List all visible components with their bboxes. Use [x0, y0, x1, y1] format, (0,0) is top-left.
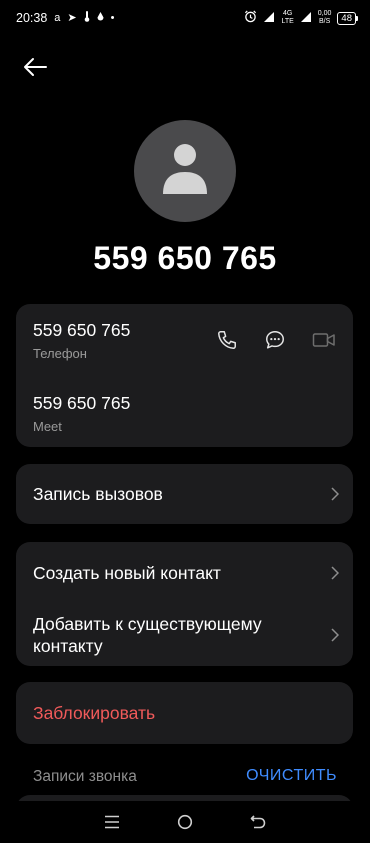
meet-number-value: 559 650 765 [33, 393, 131, 413]
network-bottom: LTE [281, 18, 294, 25]
dot-icon: • [110, 11, 115, 24]
block-label: Заблокировать [33, 703, 156, 723]
call-log-row[interactable]: Запись вызовов [33, 483, 339, 505]
phone-number-label: Телефон [33, 346, 87, 361]
contact-number-title: 559 650 765 [93, 240, 277, 276]
call-button[interactable] [214, 327, 240, 353]
arrow-left-icon [24, 58, 47, 76]
telegram-icon: ➤ [67, 11, 77, 24]
person-icon [163, 144, 207, 194]
create-contact-row[interactable]: Создать новый контакт [33, 562, 339, 584]
back-arrow-icon [251, 815, 266, 829]
chevron-right-icon [331, 487, 339, 501]
network-top: 4G [282, 10, 293, 17]
menu-icon [104, 815, 119, 829]
home-circle-icon [177, 814, 193, 830]
phone-number-value: 559 650 765 [33, 320, 131, 340]
clear-history-button[interactable]: ОЧИСТИТЬ [246, 767, 337, 785]
create-contact-label: Создать новый контакт [33, 563, 221, 583]
phone-icon [218, 331, 236, 349]
status-time: 20:38 [16, 11, 48, 25]
speed-top: 0,00 [317, 10, 332, 17]
avatar [134, 120, 236, 222]
numbers-card: 559 650 765 Телефон 559 650 765 Meet [16, 304, 353, 447]
meet-number-row[interactable]: 559 650 765 Meet [33, 393, 130, 434]
status-bar-right: 4G LTE 0,00 B/S 48 [244, 10, 358, 26]
status-bar: 20:38 a ➤ • 4G LTE 0,00 B/S 48 [0, 0, 370, 36]
network-type: 4G LTE [281, 10, 293, 26]
speed-bottom: B/S [318, 18, 331, 25]
call-log-card: Запись вызовов [16, 464, 353, 524]
alarm-icon [244, 10, 257, 26]
signal-icon-2 [300, 11, 312, 26]
a-logo-icon: a [54, 11, 61, 24]
thermometer-icon [84, 11, 90, 25]
message-button[interactable] [262, 327, 288, 353]
network-speed: 0,00 B/S [318, 10, 332, 26]
chevron-right-icon [331, 566, 339, 580]
chat-bubble-icon [266, 331, 284, 349]
contact-actions-card: Создать новый контакт Добавить к существ… [16, 542, 353, 666]
signal-icon [263, 11, 275, 26]
battery-indicator: 48 [337, 11, 358, 25]
add-to-existing-row[interactable]: Добавить к существующему контакту [33, 613, 339, 657]
navigation-bar [0, 801, 370, 843]
phone-number-row[interactable]: 559 650 765 Телефон [33, 320, 130, 361]
call-log-label: Запись вызовов [33, 484, 163, 504]
video-call-button[interactable] [311, 327, 337, 353]
chevron-right-icon [331, 628, 339, 642]
video-camera-icon [312, 333, 335, 347]
add-to-existing-label: Добавить к существующему контакту [33, 614, 262, 656]
call-history-label: Записи звонка [33, 768, 137, 785]
status-bar-left: 20:38 a ➤ • [16, 11, 114, 25]
home-nav-button[interactable] [170, 807, 200, 837]
back-nav-button[interactable] [243, 807, 273, 837]
meet-number-label: Meet [33, 419, 62, 434]
droplet-icon [97, 11, 104, 25]
block-card: Заблокировать [16, 682, 353, 744]
back-button[interactable] [18, 50, 52, 84]
menu-nav-button[interactable] [97, 807, 127, 837]
block-row[interactable]: Заблокировать [33, 702, 339, 724]
